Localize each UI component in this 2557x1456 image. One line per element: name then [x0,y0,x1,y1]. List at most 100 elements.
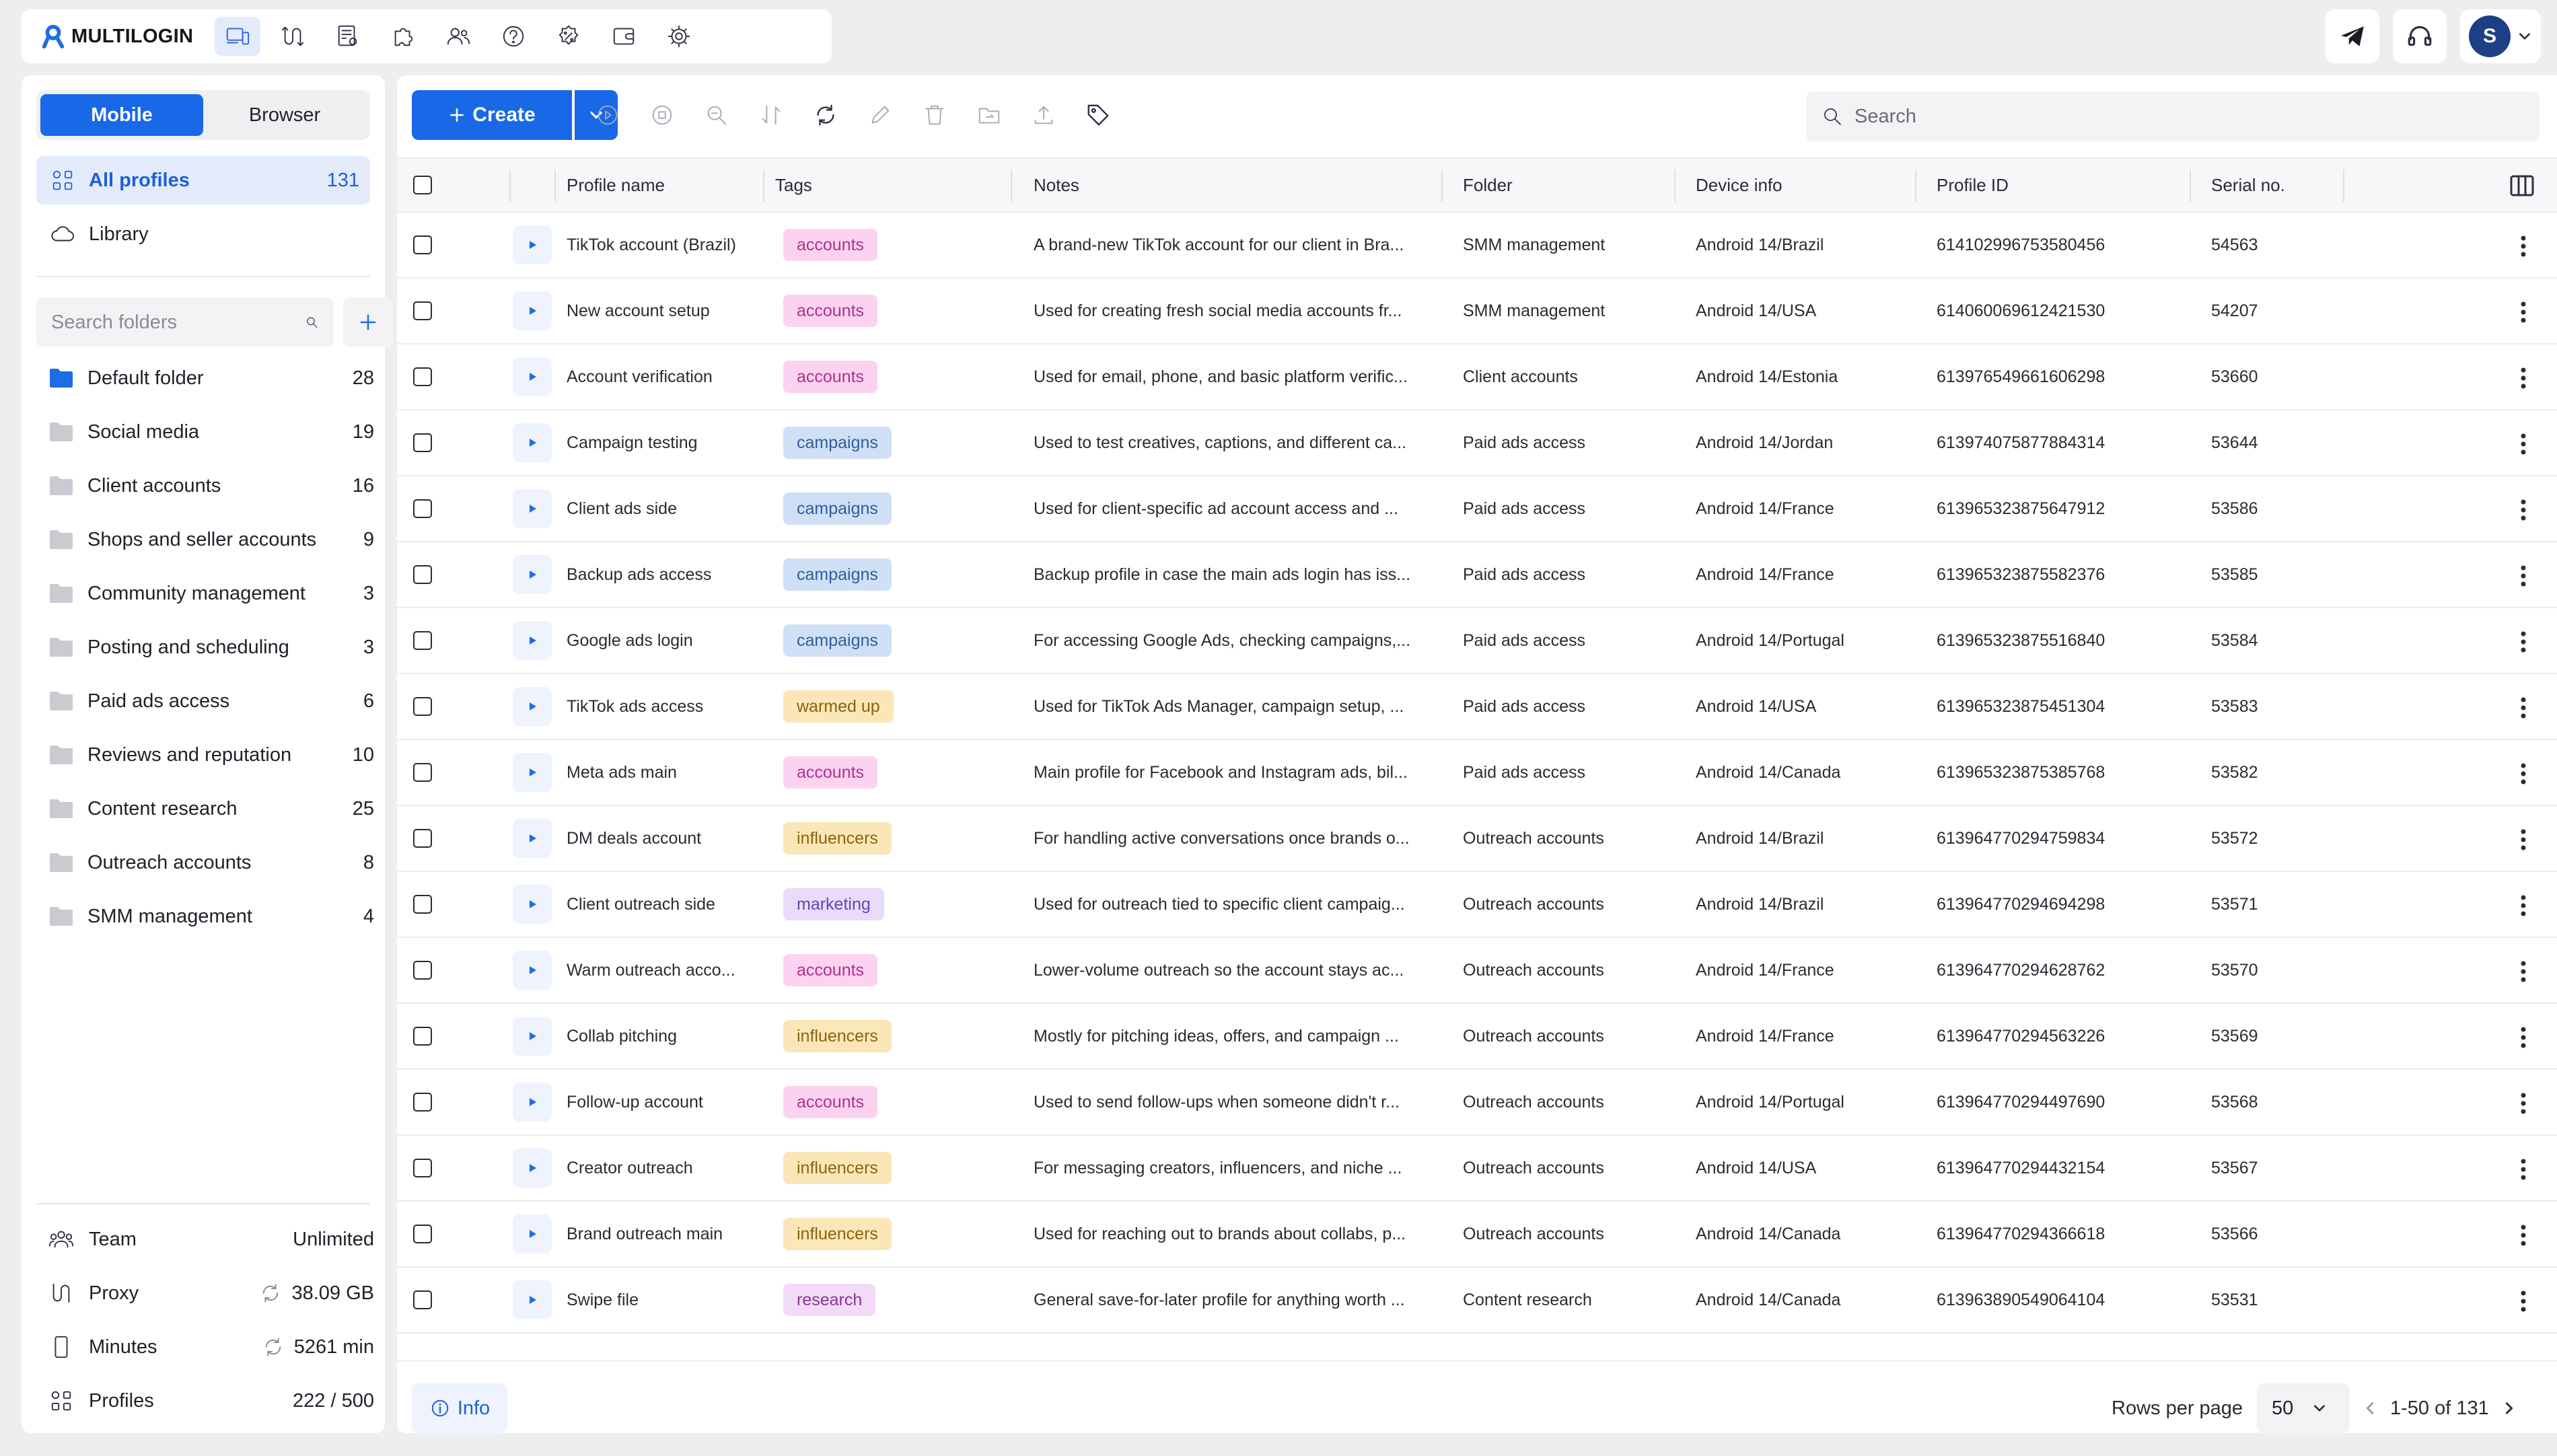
nav-wallet[interactable] [601,17,647,56]
row-checkbox[interactable] [413,763,432,782]
row-checkbox[interactable] [413,235,432,254]
launch-profile-button[interactable] [513,687,552,726]
tag-chip[interactable]: accounts [783,229,878,261]
folder-item[interactable]: Client accounts 16 [48,466,374,506]
refresh-button[interactable] [809,98,842,132]
tag-chip[interactable]: campaigns [783,493,892,525]
folder-item[interactable]: Posting and scheduling 3 [48,627,374,667]
support-button[interactable] [2393,9,2447,63]
nav-extensions[interactable] [380,17,426,56]
tag-chip[interactable]: warmed up [783,690,894,723]
table-row[interactable]: campaigns Backup ads access Backup profile… [397,542,2557,608]
table-row[interactable]: warmed up TikTok ads access Used for TikTo… [397,674,2557,740]
launch-profile-button[interactable] [513,621,552,660]
table-row[interactable]: influencers Brand outreach main Used for r… [397,1202,2557,1268]
tag-chip[interactable]: influencers [783,822,892,854]
start-button[interactable] [591,98,624,132]
tab-mobile[interactable]: Mobile [40,94,203,136]
row-checkbox[interactable] [413,1093,432,1112]
table-row[interactable]: campaigns Google ads login For accessing G… [397,608,2557,674]
launch-profile-button[interactable] [513,291,552,330]
launch-profile-button[interactable] [513,1280,552,1319]
select-all-checkbox[interactable] [413,176,432,194]
launch-profile-button[interactable] [513,1214,552,1253]
columns-icon[interactable] [2509,172,2535,199]
launch-profile-button[interactable] [513,357,552,396]
row-menu-icon[interactable] [2518,1222,2529,1249]
launch-profile-button[interactable] [513,1149,552,1188]
folder-item[interactable]: Default folder 28 [48,358,374,398]
table-row[interactable]: accounts Meta ads main Main profile for Fa… [397,740,2557,806]
row-menu-icon[interactable] [2518,497,2529,523]
column-header-tags[interactable]: Tags [775,159,812,211]
launch-profile-button[interactable] [513,423,552,462]
row-checkbox[interactable] [413,829,432,848]
row-menu-icon[interactable] [2518,628,2529,655]
column-header-profile-id[interactable]: Profile ID [1937,159,2009,211]
row-menu-icon[interactable] [2518,299,2529,326]
folder-item[interactable]: Reviews and reputation 10 [48,735,374,775]
sidebar-item-library[interactable]: Library [36,210,370,258]
nav-proxy[interactable] [270,17,316,56]
delete-button[interactable] [918,98,951,132]
table-row[interactable]: accounts Warm outreach acco... Lower-volum… [397,938,2557,1004]
create-button[interactable]: Create [412,90,572,140]
stop-button[interactable] [645,98,679,132]
rows-per-page-select[interactable]: 50 [2257,1383,2350,1433]
launch-profile-button[interactable] [513,555,552,594]
launch-profile-button[interactable] [513,753,552,792]
table-row[interactable]: accounts Follow-up account Used to send fo… [397,1070,2557,1136]
row-menu-icon[interactable] [2518,958,2529,985]
user-menu[interactable]: S [2460,9,2541,63]
tag-chip[interactable]: accounts [783,756,878,789]
tab-browser[interactable]: Browser [203,94,366,136]
launch-profile-button[interactable] [513,951,552,990]
row-checkbox[interactable] [413,697,432,716]
tag-chip[interactable]: research [783,1284,876,1316]
row-checkbox[interactable] [413,367,432,386]
table-row[interactable]: influencers Creator outreach For messaging… [397,1136,2557,1202]
tag-chip[interactable]: influencers [783,1218,892,1250]
row-menu-icon[interactable] [2518,1288,2529,1315]
brand-logo[interactable]: MULTILOGIN [40,24,193,49]
row-menu-icon[interactable] [2518,431,2529,458]
tag-chip[interactable]: campaigns [783,624,892,657]
folder-item[interactable]: Community management 3 [48,573,374,614]
chevron-right-icon[interactable] [2501,1400,2517,1416]
folder-search-input[interactable] [51,311,305,334]
launch-profile-button[interactable] [513,1017,552,1056]
row-menu-icon[interactable] [2518,694,2529,721]
tag-chip[interactable]: influencers [783,1152,892,1184]
tag-button[interactable] [1081,98,1115,132]
folder-item[interactable]: Content research 25 [48,789,374,829]
row-checkbox[interactable] [413,1225,432,1243]
table-row[interactable]: accounts Account verification Used for ema… [397,344,2557,410]
row-checkbox[interactable] [413,565,432,584]
column-header-notes[interactable]: Notes [1034,159,1079,211]
folder-item[interactable]: Social media 19 [48,412,374,452]
row-menu-icon[interactable] [2518,826,2529,853]
table-row[interactable]: campaigns Campaign testing Used to test cr… [397,410,2557,476]
column-header-name[interactable]: Profile name [567,159,665,211]
row-menu-icon[interactable] [2518,1024,2529,1051]
chevron-left-icon[interactable] [2362,1400,2378,1416]
nav-templates[interactable] [325,17,371,56]
info-button[interactable]: Info [412,1383,507,1433]
refresh-icon[interactable] [262,1336,285,1358]
sidebar-item-all-profiles[interactable]: All profiles 131 [36,156,370,205]
nav-team[interactable] [435,17,481,56]
tag-chip[interactable]: accounts [783,1086,878,1118]
row-checkbox[interactable] [413,499,432,518]
table-row[interactable]: influencers Collab pitching Mostly for pit… [397,1004,2557,1070]
export-button[interactable] [1027,98,1060,132]
launch-profile-button[interactable] [513,885,552,924]
column-header-device[interactable]: Device info [1696,159,1782,211]
row-menu-icon[interactable] [2518,365,2529,392]
table-row[interactable]: campaigns Client ads side Used for client-… [397,476,2557,542]
row-checkbox[interactable] [413,301,432,320]
tag-chip[interactable]: accounts [783,361,878,393]
folder-item[interactable]: SMM management 4 [48,896,374,937]
folder-item[interactable]: Shops and seller accounts 9 [48,519,374,560]
nav-profiles[interactable] [215,17,261,56]
row-checkbox[interactable] [413,1290,432,1309]
